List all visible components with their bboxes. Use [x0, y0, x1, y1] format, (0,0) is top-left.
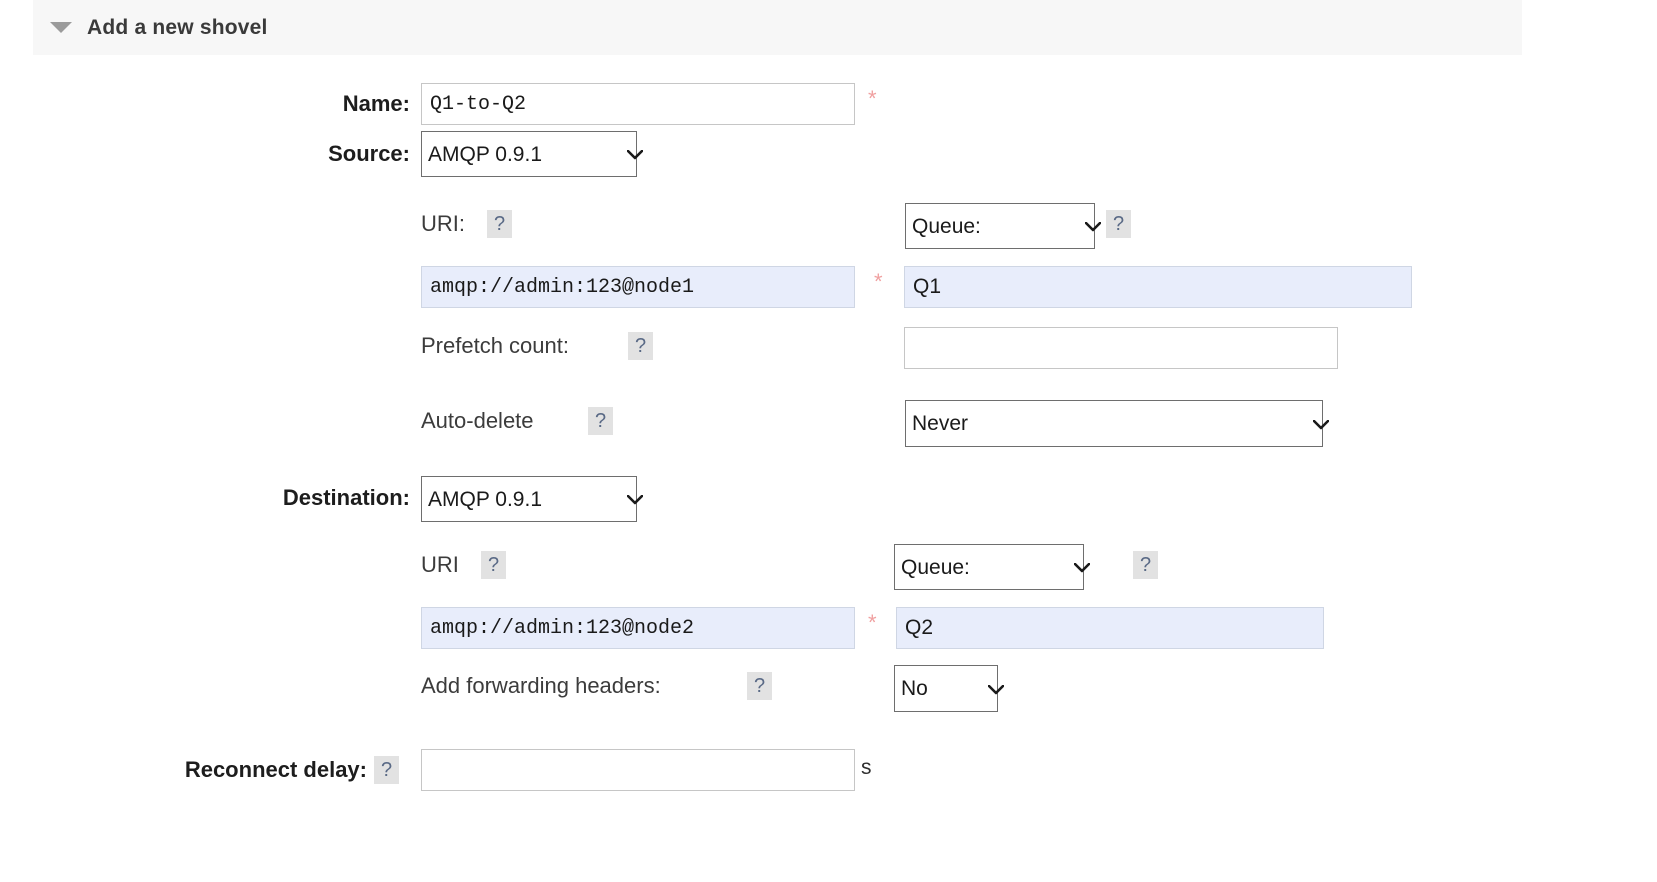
destination-add-forwarding-headers-select-wrap[interactable]: No [894, 665, 1004, 712]
destination-add-forwarding-headers-select[interactable]: No [894, 665, 998, 712]
destination-protocol-select-wrap[interactable]: AMQP 0.9.1 [421, 476, 643, 522]
page-title: Add a new shovel [87, 15, 268, 39]
destination-protocol-select[interactable]: AMQP 0.9.1 [421, 476, 637, 522]
triangle-down-icon[interactable] [50, 22, 72, 33]
reconnect-delay-help-icon[interactable]: ? [374, 756, 399, 784]
destination-uri-input[interactable] [421, 607, 855, 649]
destination-add-forwarding-headers-help-icon[interactable]: ? [747, 672, 772, 700]
name-required-marker: * [868, 86, 877, 111]
source-auto-delete-label: Auto-delete [421, 408, 534, 433]
add-shovel-section-header[interactable]: Add a new shovel [33, 0, 1522, 55]
source-endpoint-type-select[interactable]: Queue: [905, 203, 1095, 249]
source-uri-input[interactable] [421, 266, 855, 308]
source-auto-delete-help-icon[interactable]: ? [588, 407, 613, 435]
source-auto-delete-select-wrap[interactable]: Never [905, 400, 1329, 447]
reconnect-delay-input[interactable] [421, 749, 855, 791]
source-uri-help-icon[interactable]: ? [487, 210, 512, 238]
source-uri-required-marker: * [874, 269, 883, 294]
name-input[interactable] [421, 83, 855, 125]
destination-add-forwarding-headers-label: Add forwarding headers: [421, 673, 661, 698]
reconnect-delay-unit: s [861, 756, 872, 779]
destination-queue-input[interactable] [896, 607, 1324, 649]
source-endpoint-type-select-wrap[interactable]: Queue: [905, 203, 1101, 249]
destination-endpoint-type-select-wrap[interactable]: Queue: [894, 544, 1090, 590]
source-label: Source: [328, 141, 410, 166]
destination-uri-label: URI [421, 552, 459, 577]
source-protocol-select-wrap[interactable]: AMQP 0.9.1 [421, 131, 643, 177]
source-queue-input[interactable] [904, 266, 1412, 308]
destination-endpoint-type-select[interactable]: Queue: [894, 544, 1084, 590]
source-auto-delete-select[interactable]: Never [905, 400, 1323, 447]
reconnect-delay-label: Reconnect delay: [184, 757, 367, 782]
name-label: Name: [342, 91, 410, 116]
destination-uri-required-marker: * [868, 610, 877, 635]
source-prefetch-count-help-icon[interactable]: ? [628, 332, 653, 360]
destination-uri-help-icon[interactable]: ? [481, 551, 506, 579]
source-protocol-select[interactable]: AMQP 0.9.1 [421, 131, 637, 177]
source-prefetch-count-input[interactable] [904, 327, 1338, 369]
source-endpoint-help-icon[interactable]: ? [1106, 210, 1131, 238]
destination-endpoint-help-icon[interactable]: ? [1133, 551, 1158, 579]
source-uri-label: URI: [421, 211, 465, 236]
source-prefetch-count-label: Prefetch count: [421, 333, 569, 358]
destination-label: Destination: [282, 485, 410, 510]
